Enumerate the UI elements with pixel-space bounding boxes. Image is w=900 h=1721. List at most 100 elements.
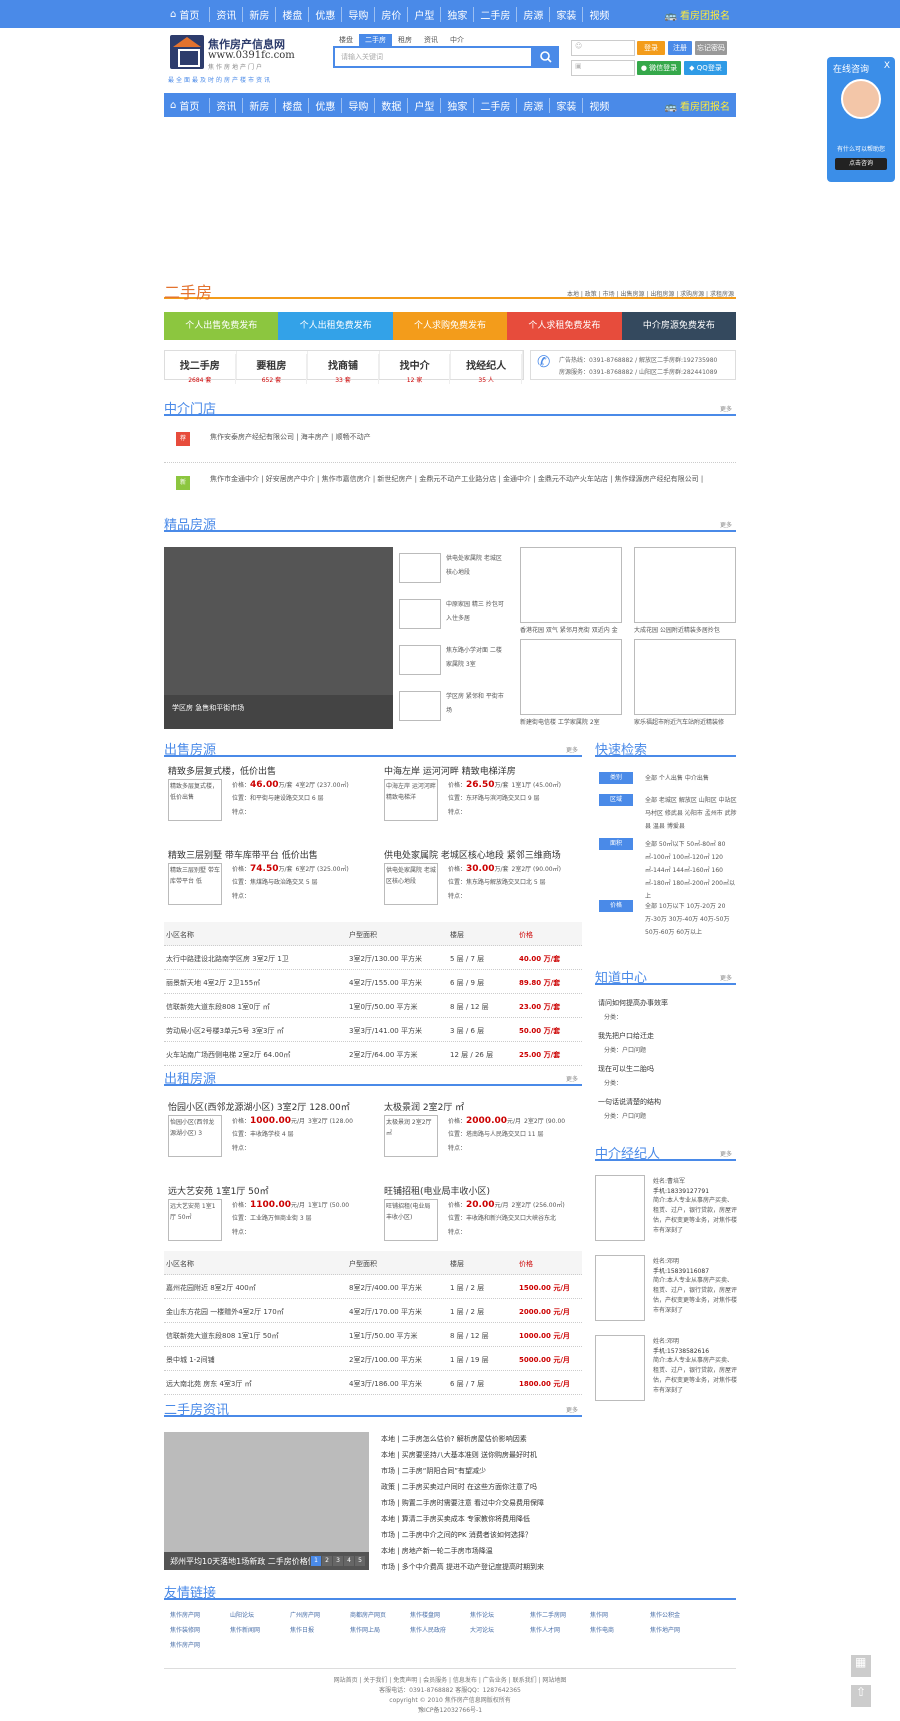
card-image[interactable]: 远大艺安苑 1室1厅 50㎡ bbox=[168, 1199, 222, 1241]
nav-item[interactable]: 优惠 bbox=[308, 97, 341, 113]
signup-tour-button[interactable]: 🚌 看房团报名 bbox=[665, 7, 736, 22]
friend-link[interactable]: 焦作新闻网 bbox=[230, 1623, 290, 1638]
nav-item[interactable]: 房价 bbox=[374, 6, 407, 22]
friend-link[interactable]: 焦作人才网 bbox=[530, 1623, 590, 1638]
publish-want-rent-button[interactable]: 个人求租免费发布 bbox=[507, 312, 622, 340]
table-cell[interactable]: 劳动局小区2号楼3单元5号 3室3厅 ㎡ bbox=[166, 1026, 284, 1036]
more-link[interactable]: 更多 bbox=[720, 1149, 732, 1158]
friend-link[interactable]: 焦作人民政府 bbox=[410, 1623, 470, 1638]
more-link[interactable]: 更多 bbox=[566, 1405, 578, 1414]
table-row[interactable]: 火车站南广场西侧电梯 2室2厅 64.00㎡ 2室2厅/64.00 平方米 12 层… bbox=[164, 1042, 582, 1066]
nav-item[interactable]: 二手房 bbox=[473, 6, 516, 22]
card-title[interactable]: 供电处家属院 老城区核心地段 紧邻三维商场 bbox=[384, 848, 594, 861]
publish-sale-button[interactable]: 个人出售免费发布 bbox=[164, 312, 279, 340]
agent-photo[interactable] bbox=[595, 1335, 645, 1401]
nav-item[interactable]: 新房 bbox=[242, 6, 275, 22]
filter-options[interactable]: 全部 个人出售 中介出售 bbox=[645, 772, 737, 785]
qa-question[interactable]: 请问如何提高办事效率 bbox=[598, 998, 668, 1008]
featured-box-image[interactable] bbox=[634, 639, 736, 715]
news-item[interactable]: 本地 | 二手房怎么估价? 解析房屋估价影响因素 bbox=[381, 1431, 581, 1447]
search-tab[interactable]: 楼盘 bbox=[333, 34, 359, 46]
featured-thumb-label[interactable]: 焦东路小学对面 二楼家属院 3室 bbox=[446, 644, 504, 672]
qa-question[interactable]: 现在可以生二胎吗 bbox=[598, 1064, 654, 1074]
news-item[interactable]: 本地 | 算清二手房买卖成本 专家教你将费用降低 bbox=[381, 1511, 581, 1527]
find-item[interactable]: 要租房 652 套 bbox=[237, 351, 309, 384]
pager-dot[interactable]: 5 bbox=[355, 1556, 365, 1566]
username-field[interactable]: ☺ bbox=[571, 40, 635, 56]
friend-link[interactable]: 焦作装修网 bbox=[170, 1623, 230, 1638]
card-title[interactable]: 中海左岸 运河河畔 精致电梯洋房 bbox=[384, 764, 594, 777]
qa-question[interactable]: 一句话说清楚的结构 bbox=[598, 1097, 661, 1107]
search-input[interactable]: 请输入关键词 bbox=[333, 46, 533, 68]
table-row[interactable]: 金山东方花园 一楼赠外4室2厅 170㎡ 4室2厅/170.00 平方米 1 层 /… bbox=[164, 1299, 582, 1323]
password-field[interactable]: ▣ bbox=[571, 60, 635, 76]
table-cell[interactable]: 金山东方花园 一楼赠外4室2厅 170㎡ bbox=[166, 1307, 284, 1317]
featured-box-image[interactable] bbox=[520, 639, 622, 715]
nav-item[interactable]: 视频 bbox=[582, 97, 615, 113]
nav-item[interactable]: 房源 bbox=[516, 6, 549, 22]
featured-thumb[interactable] bbox=[399, 691, 441, 721]
nav-item[interactable]: 楼盘 bbox=[275, 97, 308, 113]
news-item[interactable]: 本地 | 买房要坚持八大基本准则 送你购房最好时机 bbox=[381, 1447, 581, 1463]
more-link[interactable]: 更多 bbox=[720, 520, 732, 529]
featured-box-label[interactable]: 家乐福超市附近汽车站附近精装修 bbox=[634, 717, 736, 729]
featured-thumb[interactable] bbox=[399, 599, 441, 629]
card-title[interactable]: 旺铺招租(电业局丰收小区) bbox=[384, 1184, 594, 1197]
more-link[interactable]: 更多 bbox=[720, 973, 732, 982]
find-item[interactable]: 找经纪人 35 人 bbox=[451, 351, 523, 384]
news-item[interactable]: 市场 | 二手房中介之间的PK 消费者该如何选择？ bbox=[381, 1527, 581, 1543]
login-button[interactable]: 登录 bbox=[637, 41, 665, 55]
qa-question[interactable]: 我先把户口给迁走 bbox=[598, 1031, 654, 1041]
friend-link[interactable]: 广州房产网 bbox=[290, 1608, 350, 1623]
signup-tour-button[interactable]: 🚌 看房团报名 bbox=[665, 98, 736, 113]
friend-link[interactable]: 大河论坛 bbox=[470, 1623, 530, 1638]
card-image[interactable]: 精致三层别墅 带车库带平台 低 bbox=[168, 863, 222, 905]
nav-home[interactable]: ⌂ 首页 bbox=[164, 7, 209, 22]
close-icon[interactable]: X bbox=[884, 61, 890, 71]
publish-want-buy-button[interactable]: 个人求购免费发布 bbox=[392, 312, 508, 340]
table-cell[interactable]: 嘉州花园附近 8室2厅 400㎡ bbox=[166, 1283, 256, 1293]
featured-thumb-label[interactable]: 供电处家属院 老城区核心地段 bbox=[446, 552, 504, 580]
card-title[interactable]: 太极景润 2室2厅 ㎡ bbox=[384, 1100, 594, 1113]
card-image[interactable]: 供电处家属院 老城区核心地段 bbox=[384, 863, 438, 905]
nav-item[interactable]: 导购 bbox=[341, 97, 374, 113]
card-image[interactable]: 怡园小区(西邻龙源湖小区) 3 bbox=[168, 1115, 222, 1157]
featured-box-label[interactable]: 新建街电信楼 工学家属院 2室 bbox=[520, 717, 622, 729]
featured-main-image[interactable]: 学区房 急售和平街市场 bbox=[164, 547, 393, 729]
more-link[interactable]: 更多 bbox=[566, 1074, 578, 1083]
friend-link[interactable]: 商都房产网页 bbox=[350, 1608, 410, 1623]
card-title[interactable]: 精致多层复式楼，低价出售 bbox=[168, 764, 378, 777]
find-item[interactable]: 找二手房 2684 套 bbox=[165, 351, 237, 384]
news-item[interactable]: 市场 | 购置二手房时需要注意 看过中介交易费用保障 bbox=[381, 1495, 581, 1511]
nav-item[interactable]: 导购 bbox=[341, 6, 374, 22]
table-cell[interactable]: 景中城 1-2间铺 bbox=[166, 1355, 215, 1365]
featured-box-image[interactable] bbox=[520, 547, 622, 623]
friend-link[interactable]: 焦作公积金 bbox=[650, 1608, 710, 1623]
forgot-password-button[interactable]: 忘记密码 bbox=[695, 41, 727, 55]
card-image[interactable]: 旺铺招租(电业局丰收小区) bbox=[384, 1199, 438, 1241]
filter-options[interactable]: 全部 老城区 解放区 山阳区 中站区 马村区 修武县 沁阳市 孟州市 武陟县 温… bbox=[645, 794, 737, 833]
pager-dot[interactable]: 2 bbox=[322, 1556, 332, 1566]
nav-item[interactable]: 数据 bbox=[374, 97, 407, 113]
table-row[interactable]: 景中城 1-2间铺 2室2厅/100.00 平方米 1 层 / 19 层 5000.0… bbox=[164, 1347, 582, 1371]
qrcode-button[interactable]: ▦ bbox=[851, 1655, 871, 1677]
publish-agency-button[interactable]: 中介房源免费发布 bbox=[621, 312, 737, 340]
news-image[interactable]: 郑州平均10天落地1场新政 二手房价格仍在下降 12345 bbox=[164, 1432, 369, 1570]
search-tab-active[interactable]: 二手房 bbox=[359, 34, 392, 46]
search-tab[interactable]: 租房 bbox=[392, 34, 418, 46]
publish-rent-button[interactable]: 个人出租免费发布 bbox=[278, 312, 393, 340]
table-row[interactable]: 嘉州花园附近 8室2厅 400㎡ 8室2厅/400.00 平方米 1 层 / 2 层… bbox=[164, 1275, 582, 1299]
featured-thumb-label[interactable]: 学区房 紧邻和 平街市场 bbox=[446, 690, 504, 718]
nav-item[interactable]: 视频 bbox=[582, 6, 615, 22]
table-row[interactable]: 信联新苑大道东段808 1室0厅 ㎡ 1室0厅/50.00 平方米 8 层 / 12… bbox=[164, 994, 582, 1018]
card-title[interactable]: 精致三层别墅 带车库带平台 低价出售 bbox=[168, 848, 378, 861]
site-logo[interactable]: 焦作房产信息网 www.0391fc.com 焦作房地产门户 最全面最及时的房产… bbox=[168, 33, 323, 85]
friend-link[interactable]: 焦作网上局 bbox=[350, 1623, 410, 1638]
nav-item[interactable]: 独家 bbox=[440, 6, 473, 22]
nav-home[interactable]: ⌂ 首页 bbox=[164, 98, 209, 113]
card-image[interactable]: 精致多层复式楼，低价出售 bbox=[168, 779, 222, 821]
card-title[interactable]: 怡园小区(西邻龙源湖小区) 3室2厅 128.00㎡ bbox=[168, 1100, 378, 1113]
featured-box-label[interactable]: 香港花园 双气 紧邻月亮街 双近内 金 bbox=[520, 625, 622, 637]
table-cell[interactable]: 丽景新天地 4室2厅 2卫155㎡ bbox=[166, 978, 260, 988]
filter-options[interactable]: 全部 10万以下 10万-20万 20万-30万 30万-40万 40万-50万… bbox=[645, 900, 737, 939]
